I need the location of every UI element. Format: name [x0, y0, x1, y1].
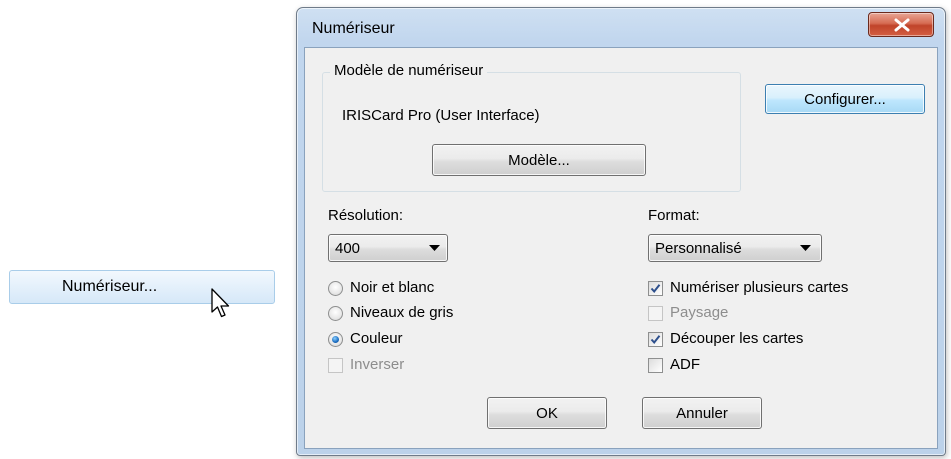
configure-button[interactable]: Configurer... [765, 84, 925, 114]
mouse-pointer-icon [211, 288, 235, 322]
model-button-label: Modèle... [508, 151, 570, 169]
resolution-value: 400 [335, 240, 361, 257]
close-button[interactable] [868, 12, 934, 37]
menu-item-scanner[interactable]: Numériseur... [9, 270, 275, 304]
radio-grayscale-circle[interactable] [328, 306, 343, 321]
checkbox-adf-label: ADF [670, 356, 700, 373]
dialog-client-area: Modèle de numériseur IRISCard Pro (User … [304, 47, 938, 449]
radio-color-label: Couleur [350, 330, 403, 347]
checkbox-scan-multiple-cards-label: Numériser plusieurs cartes [670, 279, 849, 296]
chevron-down-icon [800, 245, 811, 251]
radio-grayscale-label: Niveaux de gris [350, 304, 454, 321]
configure-button-label: Configurer... [804, 90, 886, 108]
ok-button-label: OK [536, 404, 558, 422]
radio-color-circle[interactable] [328, 332, 343, 347]
resolution-label: Résolution: [328, 207, 404, 224]
checkbox-invert-box[interactable] [328, 358, 343, 373]
scanner-model-group-label: Modèle de numériseur [330, 62, 488, 79]
cancel-button-label: Annuler [676, 404, 728, 422]
checkbox-landscape-box[interactable] [648, 306, 663, 321]
checkbox-landscape-label: Paysage [670, 304, 729, 321]
checkbox-crop-cards-box[interactable] [648, 332, 663, 347]
checkbox-invert-label: Inverser [350, 356, 405, 373]
resolution-select[interactable]: 400 [328, 234, 448, 262]
checkmark-icon [650, 284, 661, 294]
scanner-dialog: Numériseur Modèle de numériseur IRISCard… [296, 7, 946, 456]
chevron-down-icon [429, 245, 440, 251]
checkbox-scan-multiple-cards-box[interactable] [648, 281, 663, 296]
cancel-button[interactable]: Annuler [642, 397, 762, 429]
format-label: Format: [648, 207, 700, 224]
checkbox-adf-box[interactable] [648, 358, 663, 373]
menu-item-label: Numériseur... [62, 278, 158, 295]
checkmark-icon [650, 335, 661, 345]
checkbox-crop-cards-label: Découper les cartes [670, 330, 804, 347]
format-select[interactable]: Personnalisé [648, 234, 822, 262]
close-icon [894, 18, 910, 32]
radio-black-white-label: Noir et blanc [350, 279, 435, 296]
format-value: Personnalisé [655, 240, 742, 257]
dialog-title: Numériseur [312, 20, 395, 37]
model-button[interactable]: Modèle... [432, 144, 646, 176]
scanner-model-name: IRISCard Pro (User Interface) [342, 107, 540, 124]
radio-black-white-circle[interactable] [328, 281, 343, 296]
ok-button[interactable]: OK [487, 397, 607, 429]
